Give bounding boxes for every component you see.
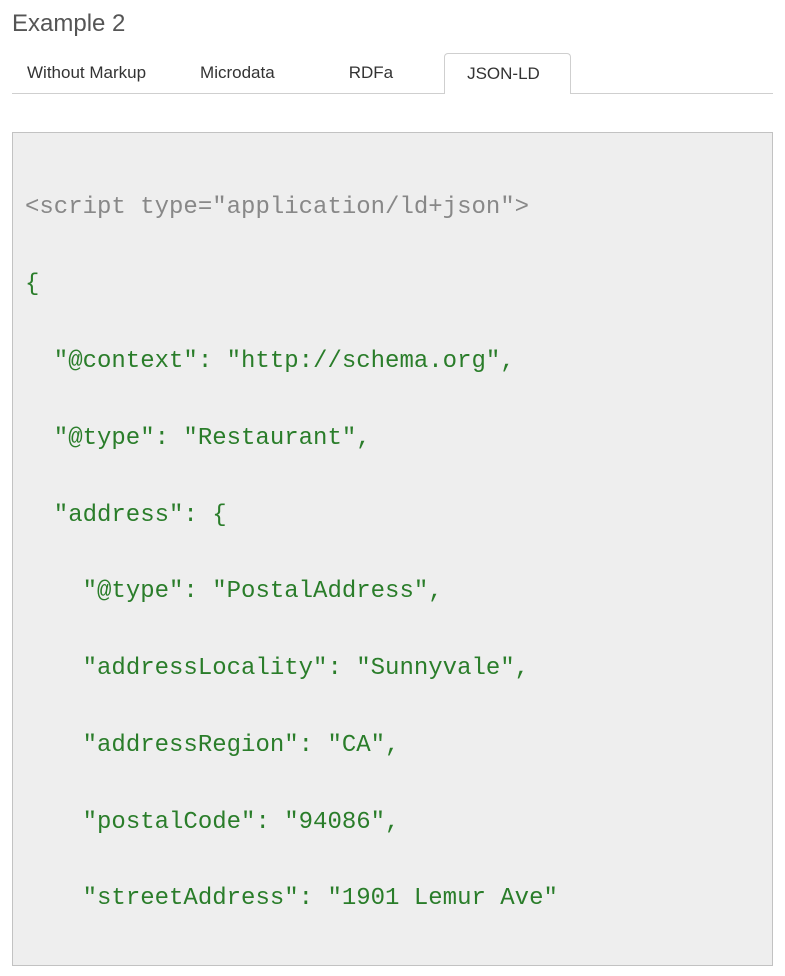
tab-rdfa[interactable]: RDFa [326, 52, 444, 93]
code-line: "@context": "http://schema.org", [25, 343, 760, 381]
code-line: "addressRegion": "CA", [25, 727, 760, 765]
example-title: Example 2 [12, 10, 773, 38]
code-line: "@type": "Restaurant", [25, 420, 760, 458]
code-line: "streetAddress": "1901 Lemur Ave" [25, 880, 760, 918]
code-line: "addressLocality": "Sunnyvale", [25, 650, 760, 688]
tab-without-markup[interactable]: Without Markup [12, 52, 179, 93]
code-line: { [25, 266, 760, 304]
code-line: "postalCode": "94086", [25, 804, 760, 842]
code-block: <script type="application/ld+json"> { "@… [12, 132, 773, 966]
code-line: "address": { [25, 497, 760, 535]
code-line: "@type": "PostalAddress", [25, 573, 760, 611]
tab-json-ld[interactable]: JSON-LD [444, 53, 571, 94]
tabs-bar: Without Markup Microdata RDFa JSON-LD [12, 52, 773, 94]
tab-microdata[interactable]: Microdata [179, 52, 326, 93]
code-line: <script type="application/ld+json"> [25, 189, 760, 227]
